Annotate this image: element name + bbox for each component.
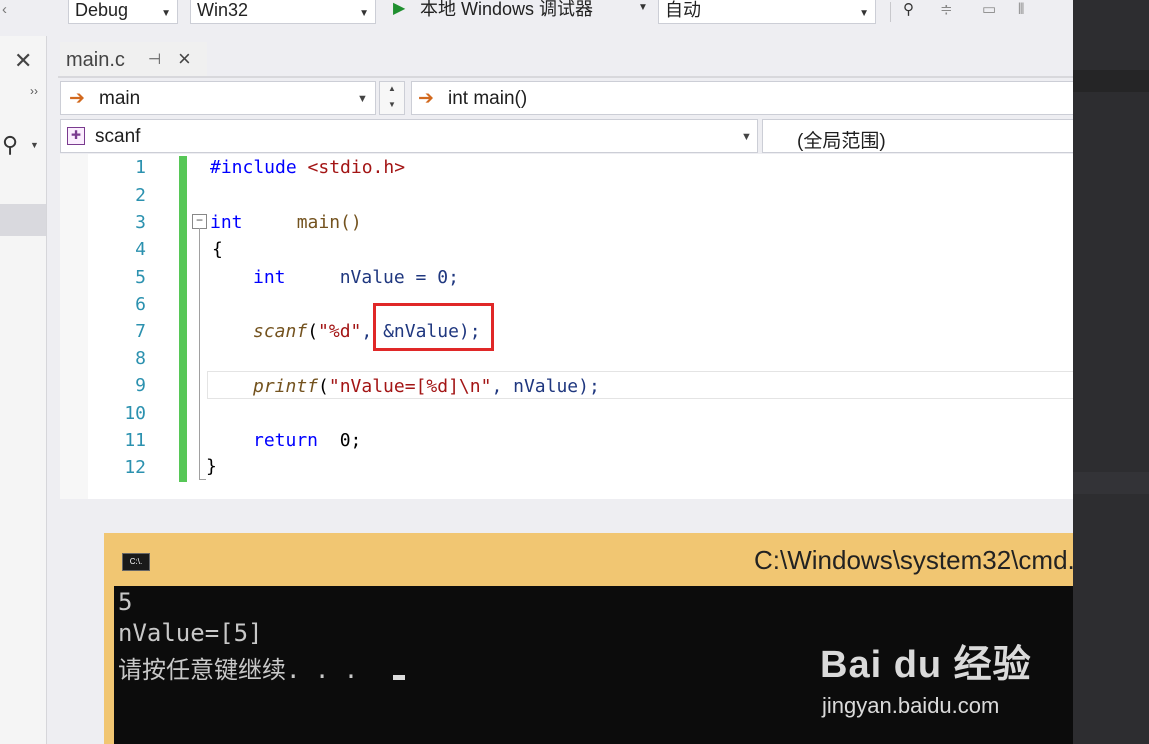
punctuation: ( — [318, 376, 329, 397]
symbol-dropdown[interactable]: ✚ scanf ▼ — [60, 119, 758, 153]
annotation-highlight-box — [373, 303, 494, 351]
console-icon: C:\. — [122, 553, 150, 571]
chevron-down-icon: ▼ — [161, 8, 171, 19]
main-toolbar: ‹ Debug ▼ Win32 ▼ ▶ 本地 Windows 调试器 ▼ 自动 … — [0, 0, 1073, 28]
scope-dropdown[interactable]: ➔ main ▼ — [60, 81, 376, 115]
baidu-watermark-url: jingyan.baidu.com — [822, 693, 1000, 718]
chevron-down-icon[interactable]: ▼ — [638, 2, 648, 13]
panel-strip — [1073, 70, 1149, 92]
symbol-value: scanf — [95, 126, 141, 147]
chevron-down-icon: ▼ — [359, 8, 369, 19]
arrow-right-icon: ➔ — [69, 88, 85, 109]
variable-declaration: nValue = 0; — [285, 267, 459, 288]
console-line: 5 — [118, 588, 133, 616]
console-cursor — [393, 675, 405, 680]
line-number: 8 — [135, 348, 146, 369]
overflow-icon[interactable]: ›› — [30, 84, 38, 98]
tab-label: main.c — [66, 49, 125, 71]
function-call: scanf — [253, 321, 308, 342]
back-nav-icon[interactable]: ‹ — [2, 0, 7, 20]
format-icon[interactable]: ≑ — [940, 0, 953, 20]
change-tracking-bar — [179, 156, 187, 482]
search-icon[interactable]: ⚲ — [2, 132, 18, 158]
code-line-9: printf("nValue=[%d]\n", nValue); — [253, 376, 600, 398]
code-line-12: } — [206, 456, 217, 477]
window-layout-icon[interactable]: ▭ — [982, 0, 996, 20]
configuration-combo[interactable]: Debug ▼ — [68, 0, 178, 24]
code-line-1: #include <stdio.h> — [210, 157, 405, 179]
tab-main-c[interactable]: main.c ⊣ × — [60, 42, 207, 76]
code-line-11: return 0; — [253, 430, 361, 452]
global-scope-value: (全局范围) — [797, 131, 886, 152]
line-number: 6 — [135, 294, 146, 315]
code-line-3: int main() — [210, 212, 362, 234]
console-line: nValue=[5] — [118, 619, 263, 647]
mode-combo[interactable]: 自动 ▼ — [658, 0, 876, 24]
arguments: , nValue); — [491, 376, 600, 397]
outline-end — [199, 479, 206, 480]
line-number: 5 — [135, 267, 146, 288]
function-symbol-icon: ✚ — [67, 127, 85, 145]
mode-value: 自动 — [665, 0, 701, 20]
keyword: int — [210, 212, 243, 233]
close-icon[interactable]: ✕ — [14, 48, 32, 74]
code-editor[interactable] — [60, 154, 1073, 499]
line-number: 12 — [124, 457, 146, 478]
close-icon[interactable]: × — [178, 46, 191, 72]
panel-strip — [1073, 472, 1149, 494]
chevron-down-icon: ▼ — [859, 8, 869, 19]
punctuation: ( — [307, 321, 319, 342]
function-dropdown[interactable]: ➔ int main() — [411, 81, 1073, 115]
left-tool-panel: ✕ ›› ⚲ ▼ — [0, 36, 47, 744]
panel-selected-item[interactable] — [0, 204, 46, 236]
line-number: 11 — [124, 430, 146, 451]
find-icon[interactable]: ⚲ — [903, 0, 914, 20]
tab-divider — [58, 76, 1073, 78]
configuration-value: Debug — [75, 0, 129, 20]
line-number: 2 — [135, 185, 146, 206]
global-scope-dropdown[interactable]: (全局范围) — [762, 119, 1073, 153]
console-title-bar[interactable]: C:\. C:\Windows\system32\cmd.exe — [104, 533, 1117, 586]
code-line-4: { — [212, 239, 223, 260]
return-value: 0; — [318, 430, 362, 451]
line-number: 3 — [135, 212, 146, 233]
line-number: 4 — [135, 239, 146, 260]
keyword: int — [253, 267, 286, 288]
platform-combo[interactable]: Win32 ▼ — [190, 0, 376, 24]
line-number: 1 — [135, 157, 146, 178]
chevron-up-icon[interactable]: ▲ — [388, 84, 396, 93]
pin-icon[interactable]: ⊣ — [148, 50, 161, 68]
console-line: 请按任意键继续. . . — [118, 656, 359, 684]
line-number: 7 — [135, 321, 146, 342]
line-number: 10 — [124, 403, 146, 424]
play-icon[interactable]: ▶ — [393, 0, 405, 18]
function-call: printf — [253, 376, 319, 397]
chevron-down-icon[interactable]: ▼ — [388, 100, 396, 109]
chevron-down-icon[interactable]: ▼ — [30, 140, 39, 150]
collapse-icon[interactable]: − — [192, 214, 207, 229]
string-literal: "nValue=[%d]\n" — [328, 376, 492, 397]
include-header: <stdio.h> — [296, 157, 406, 178]
platform-value: Win32 — [197, 0, 249, 20]
keyword: return — [253, 430, 319, 451]
preprocessor-directive: #include — [210, 157, 297, 178]
editor-gutter — [60, 154, 88, 499]
chevron-down-icon: ▼ — [357, 93, 368, 105]
console-title: C:\Windows\system32\cmd.exe — [754, 545, 1117, 575]
function-name: main() — [242, 212, 362, 233]
function-value: int main() — [448, 88, 528, 109]
outline-line — [199, 228, 200, 480]
scope-value: main — [99, 88, 141, 109]
baidu-watermark-logo: Bai du 经验 — [820, 644, 1032, 686]
start-debugger-button[interactable]: 本地 Windows 调试器 — [420, 0, 593, 19]
code-line-5: int nValue = 0; — [253, 267, 459, 289]
right-dark-panel — [1073, 0, 1149, 744]
toolbar-separator — [890, 2, 891, 22]
string-literal: "%d" — [318, 321, 362, 342]
split-icon[interactable]: ⫴ — [1018, 0, 1024, 20]
arrow-right-icon: ➔ — [418, 88, 434, 109]
scope-spinner[interactable]: ▲ ▼ — [379, 81, 405, 115]
line-number: 9 — [135, 375, 146, 396]
chevron-down-icon: ▼ — [741, 131, 752, 143]
